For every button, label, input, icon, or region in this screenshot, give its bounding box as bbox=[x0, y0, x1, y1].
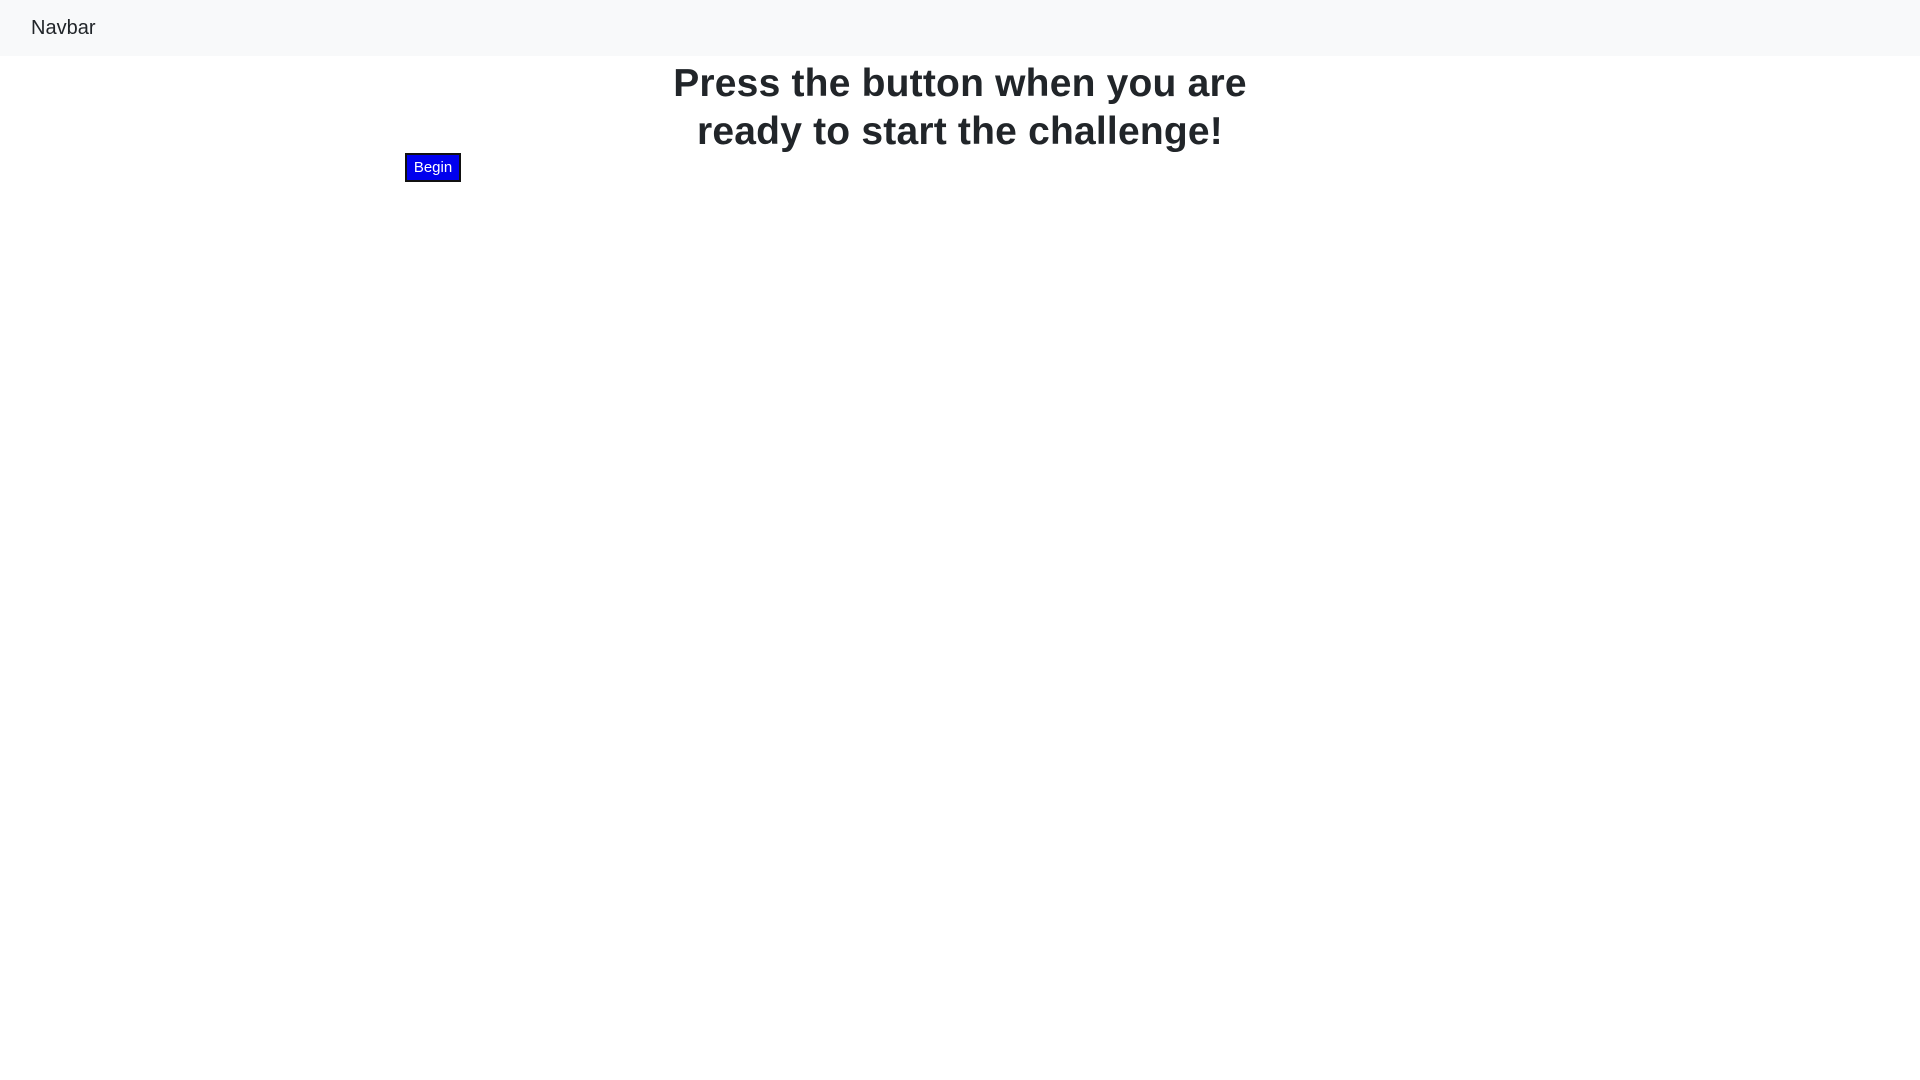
navbar: Navbar bbox=[0, 0, 1920, 56]
challenge-instruction-heading: Press the button when you are ready to s… bbox=[673, 62, 1247, 153]
navbar-brand-link[interactable]: Navbar bbox=[31, 16, 95, 40]
main-content: Press the button when you are ready to s… bbox=[0, 56, 1920, 1080]
begin-button[interactable]: Begin bbox=[405, 153, 461, 182]
